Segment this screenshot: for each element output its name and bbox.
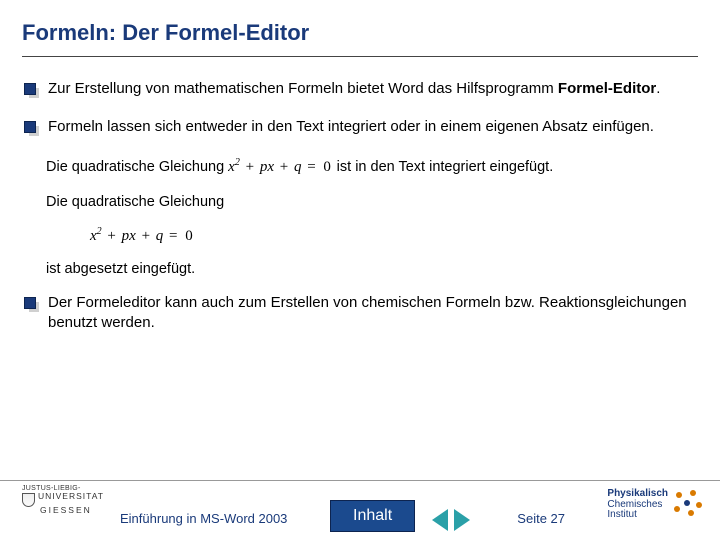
nav-arrows	[432, 509, 470, 531]
bullet-3: Der Formeleditor kann auch zum Erstellen…	[42, 293, 698, 334]
univ-line2: UNIVERSITAT	[38, 491, 104, 501]
bexp-2: 2	[97, 226, 102, 237]
var-x2: x	[267, 159, 274, 175]
slide-title: Formeln: Der Formel-Editor	[22, 20, 698, 46]
inline-formula: x2 + px + q = 0	[228, 159, 337, 175]
prev-arrow-icon[interactable]	[432, 509, 448, 531]
block-formula: x2 + px + q = 0	[90, 226, 698, 245]
bullet-1-bold: Formel-Editor	[558, 80, 656, 97]
bullet-1-text-a: Zur Erstellung von mathematischen Formel…	[48, 80, 558, 97]
footer: JUSTUS-LIEBIG- UNIVERSITAT GIESSEN Einfü…	[0, 480, 720, 540]
univ-line3: GIESSEN	[22, 506, 104, 515]
bvar-x2: x	[129, 228, 136, 244]
course-label: Einführung in MS-Word 2003	[120, 511, 287, 526]
institute-logo: Physikalisch Chemisches Institut	[607, 489, 704, 521]
bullet-1: Zur Erstellung von mathematischen Formel…	[42, 79, 698, 99]
var-q: q	[294, 159, 302, 175]
bullet-1-text-c: .	[656, 80, 660, 97]
block-intro: Die quadratische Gleichung	[46, 192, 698, 212]
bvar-x: x	[90, 228, 97, 244]
block-outro: ist abgesetzt eingefügt.	[46, 259, 698, 279]
bop-eq: =	[167, 228, 179, 244]
inst-line3: Institut	[607, 510, 668, 521]
bvar-q: q	[156, 228, 164, 244]
op-plus-1: +	[244, 159, 256, 175]
op-eq: =	[305, 159, 317, 175]
exp-2: 2	[235, 157, 240, 168]
inline-text-b: ist in den Text integriert eingefügt.	[337, 159, 554, 175]
inline-example: Die quadratische Gleichung x2 + px + q =…	[46, 156, 698, 178]
inst-line1: Physikalisch	[607, 489, 668, 500]
bop-plus-1: +	[105, 228, 117, 244]
title-rule	[22, 56, 698, 57]
molecule-icon	[674, 490, 704, 520]
next-arrow-icon[interactable]	[454, 509, 470, 531]
shield-icon	[22, 493, 35, 507]
bullet-list-2: Der Formeleditor kann auch zum Erstellen…	[22, 293, 698, 334]
contents-button[interactable]: Inhalt	[330, 500, 415, 532]
bnum-zero: 0	[183, 228, 195, 244]
num-zero: 0	[321, 159, 333, 175]
university-logo: JUSTUS-LIEBIG- UNIVERSITAT GIESSEN	[22, 485, 104, 515]
inline-text-a: Die quadratische Gleichung	[46, 159, 228, 175]
op-plus-2: +	[278, 159, 290, 175]
page-number: Seite 27	[517, 511, 565, 526]
bop-plus-2: +	[140, 228, 152, 244]
bullet-2: Formeln lassen sich entweder in den Text…	[42, 117, 698, 137]
var-x: x	[228, 159, 235, 175]
bullet-list: Zur Erstellung von mathematischen Formel…	[22, 79, 698, 138]
